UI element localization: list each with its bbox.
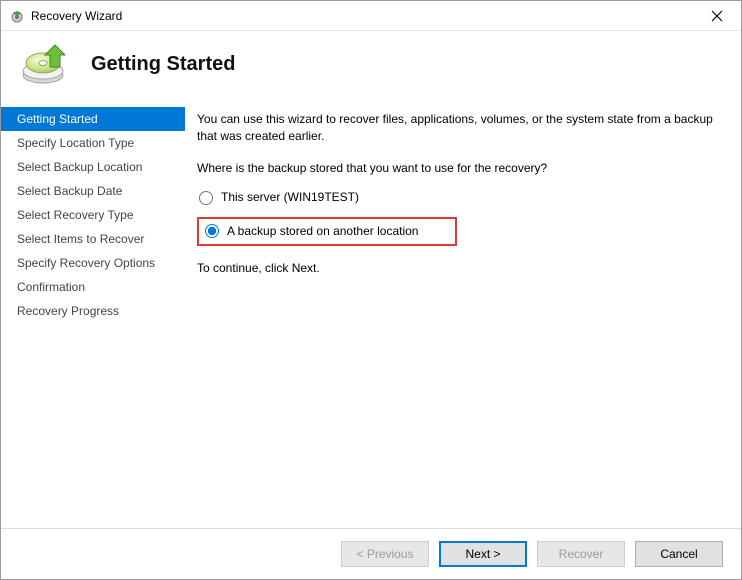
sidebar-item-specify-recovery-options[interactable]: Specify Recovery Options xyxy=(1,251,185,275)
sidebar-item-confirmation[interactable]: Confirmation xyxy=(1,275,185,299)
radio-other-location-input[interactable] xyxy=(205,224,219,238)
wizard-main-panel: You can use this wizard to recover files… xyxy=(185,105,741,528)
wizard-header: Getting Started xyxy=(1,31,741,105)
page-title: Getting Started xyxy=(91,53,235,76)
cancel-button[interactable]: Cancel xyxy=(635,541,723,567)
sidebar-item-select-backup-date[interactable]: Select Backup Date xyxy=(1,179,185,203)
radio-this-server-label: This server (WIN19TEST) xyxy=(221,189,359,206)
sidebar-item-select-recovery-type[interactable]: Select Recovery Type xyxy=(1,203,185,227)
wizard-body: Getting Started Specify Location Type Se… xyxy=(1,105,741,528)
wizard-window: Recovery Wizard Getting xyxy=(0,0,742,580)
window-title: Recovery Wizard xyxy=(31,9,695,23)
titlebar: Recovery Wizard xyxy=(1,1,741,31)
highlighted-option-box: A backup stored on another location xyxy=(197,217,457,246)
radio-this-server-input[interactable] xyxy=(199,191,213,205)
prompt-text: Where is the backup stored that you want… xyxy=(197,160,717,177)
sidebar-item-recovery-progress[interactable]: Recovery Progress xyxy=(1,299,185,323)
recover-button: Recover xyxy=(537,541,625,567)
recovery-disc-icon xyxy=(21,41,73,87)
sidebar-item-specify-location-type[interactable]: Specify Location Type xyxy=(1,131,185,155)
radio-other-location-label: A backup stored on another location xyxy=(227,223,418,240)
close-icon[interactable] xyxy=(695,2,739,30)
sidebar-item-select-backup-location[interactable]: Select Backup Location xyxy=(1,155,185,179)
sidebar-item-getting-started[interactable]: Getting Started xyxy=(1,107,185,131)
wizard-steps-sidebar: Getting Started Specify Location Type Se… xyxy=(1,105,185,528)
radio-other-location[interactable]: A backup stored on another location xyxy=(205,223,449,240)
wizard-footer: < Previous Next > Recover Cancel xyxy=(1,528,741,579)
previous-button: < Previous xyxy=(341,541,429,567)
sidebar-item-select-items-to-recover[interactable]: Select Items to Recover xyxy=(1,227,185,251)
continue-instruction: To continue, click Next. xyxy=(197,260,717,277)
radio-this-server[interactable]: This server (WIN19TEST) xyxy=(197,185,717,210)
intro-text: You can use this wizard to recover files… xyxy=(197,111,717,146)
recovery-wizard-icon xyxy=(9,8,25,24)
next-button[interactable]: Next > xyxy=(439,541,527,567)
